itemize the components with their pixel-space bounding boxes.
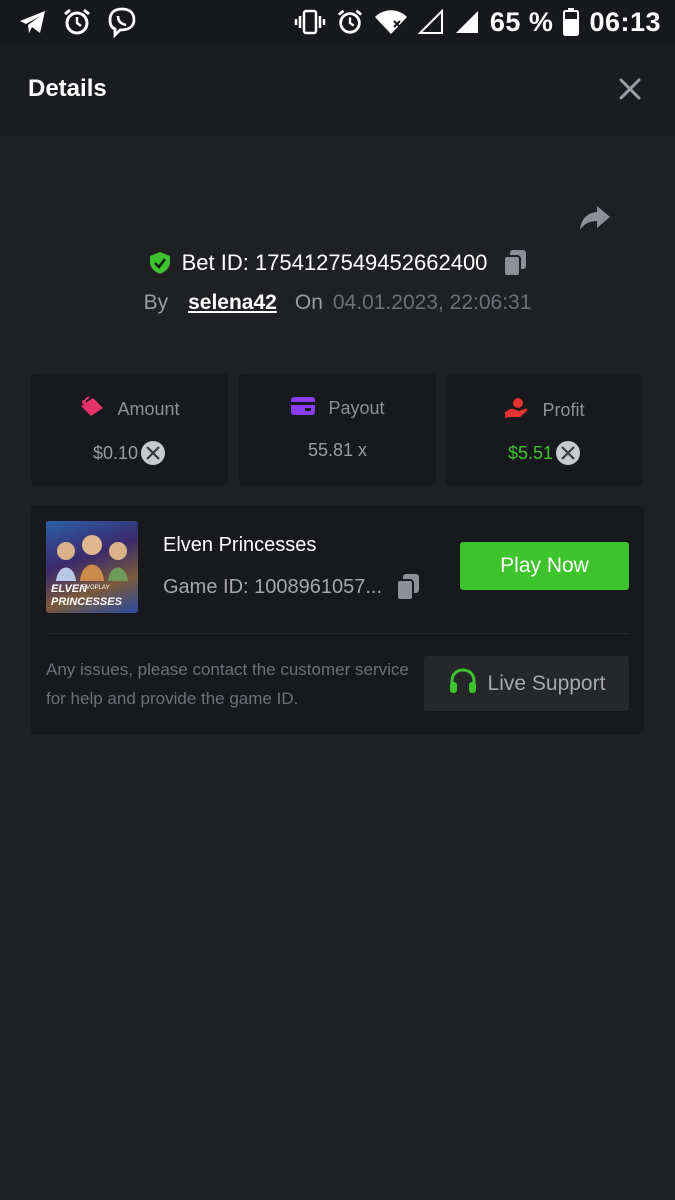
clock: 06:13 [589,6,661,37]
copy-icon[interactable] [503,249,527,277]
wifi-icon [374,9,408,35]
headset-icon [448,667,478,701]
amount-card: Amount $0.10 [31,374,228,486]
by-label: By [143,291,169,314]
amount-label: Amount [117,399,180,419]
coin-icon [555,440,581,466]
game-id: Game ID: 1008961057... [163,575,383,598]
telegram-icon [18,8,48,36]
divider [46,633,629,634]
battery-percent: 65 % [489,6,554,37]
status-bar: 65 % 06:13 [0,0,675,44]
bet-id-row: Bet ID: 1754127549452662400 [0,244,675,282]
thumbnail-title-2: PRINCESSES [51,596,122,608]
viber-icon [106,6,138,38]
live-support-label: Live Support [487,671,606,695]
copy-icon[interactable] [396,573,420,601]
status-bar-right: 65 % 06:13 [294,0,661,44]
signal-empty-icon [417,9,444,35]
details-header: Details [0,44,675,136]
alarm-icon [336,8,364,36]
coin-icon [140,440,166,466]
profit-label: Profit [542,400,585,420]
on-label: On [294,291,323,314]
alarm-icon [62,7,92,37]
profit-value: $5.51 [507,442,554,463]
game-id-row: Game ID: 1008961057... [163,573,420,601]
payout-card: Payout 55.81 x [239,374,436,486]
game-name: Elven Princesses [163,534,317,556]
shield-check-icon [148,251,172,275]
username-link[interactable]: selena42 [188,291,277,315]
bet-id: Bet ID: 1754127549452662400 [181,250,488,275]
game-card: ELVEN EVOPLAY PRINCESSES Elven Princesse… [31,505,644,735]
thumbnail-brand: EVOPLAY [82,585,110,591]
play-now-button[interactable]: Play Now [460,542,629,590]
battery-icon [563,8,580,36]
amount-value: $0.10 [92,442,139,463]
page-title: Details [28,75,107,102]
status-bar-left [18,0,138,44]
live-support-button[interactable]: Live Support [424,656,629,711]
signal-icon [454,9,480,35]
game-thumbnail[interactable]: ELVEN EVOPLAY PRINCESSES [46,521,138,613]
bet-meta-row: By selena42 On 04.01.2023, 22:06:31 [0,286,675,320]
profit-card: Profit $5.51 [446,374,643,486]
vibrate-icon [294,8,326,36]
card-icon [290,396,316,421]
hand-coin-icon [504,396,530,425]
bet-date: 04.01.2023, 22:06:31 [332,291,532,314]
share-icon[interactable] [578,200,612,234]
help-text: Any issues, please contact the customer … [46,660,409,708]
close-icon[interactable] [617,76,643,102]
payout-value: 55.81 x [307,440,368,460]
payout-label: Payout [328,398,385,418]
ticket-icon [79,396,105,423]
